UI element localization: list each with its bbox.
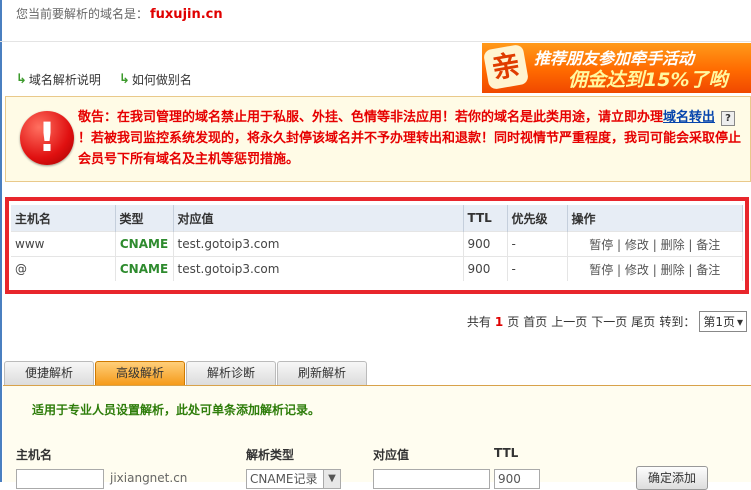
cell-host: www — [11, 231, 116, 257]
tab-refresh[interactable]: 刷新解析 — [277, 361, 367, 385]
divider — [0, 41, 751, 42]
separator: | — [648, 237, 661, 252]
col-priority: 优先级 — [507, 205, 568, 232]
table-row: www CNAME test.gotoip3.com 900 - 暂停 | 修改… — [11, 231, 743, 257]
separator: | — [684, 237, 697, 252]
last-page-link[interactable]: 尾页 — [631, 313, 655, 330]
warning-text: 敬告：在我司管理的域名禁止用于私服、外挂、色情等非法应用！若你的域名是此类用途，… — [78, 107, 750, 170]
delete-link[interactable]: 删除 — [661, 238, 685, 252]
promo-banner[interactable]: 亲 推荐朋友参加牵手活动 佣金达到15%了哟 — [482, 43, 751, 93]
cell-ttl: 900 — [463, 231, 508, 257]
alias-help-link[interactable]: ↳ 如何做别名 — [119, 71, 192, 88]
col-value: 对应值 — [173, 205, 464, 232]
table-header-row: 主机名 类型 对应值 TTL 优先级 操作 — [11, 205, 743, 232]
edit-link[interactable]: 修改 — [625, 238, 649, 252]
table-row: @ CNAME test.gotoip3.com 900 - 暂停 | 修改 |… — [11, 256, 743, 281]
cell-value: test.gotoip3.com — [173, 231, 464, 257]
domain-transfer-link[interactable]: 域名转出 — [663, 110, 715, 125]
note-link[interactable]: 备注 — [696, 238, 720, 252]
warning-part2: ！若被我司监控系统发现的，将永久封停该域名并不予办理转出和退款！同时视情节严重程… — [78, 131, 742, 167]
chevron-down-icon: ▾ — [736, 314, 743, 329]
pagination: 共有 1 页 首页 上一页 下一页 尾页 转到： 第1页 ▾ — [467, 311, 747, 332]
note-link[interactable]: 备注 — [696, 263, 720, 277]
goto-label: 转到： — [659, 315, 696, 329]
value-label: 对应值 — [373, 448, 410, 462]
type-label: 解析类型 — [246, 448, 295, 462]
cell-actions: 暂停 | 修改 | 删除 | 备注 — [567, 231, 743, 257]
separator: | — [613, 237, 625, 252]
page-select-value: 第1页 — [703, 315, 735, 329]
help-question-icon[interactable]: ? — [721, 111, 736, 126]
chevron-down-icon: ▼ — [323, 470, 340, 488]
prev-page-link[interactable]: 上一页 — [551, 313, 587, 330]
edit-link[interactable]: 修改 — [625, 263, 649, 277]
ttl-label: TTL — [494, 446, 519, 460]
record-type-select[interactable]: CNAME记录 ▼ — [246, 469, 341, 489]
cell-host: @ — [11, 256, 116, 281]
ttl-input[interactable]: 900 — [494, 469, 540, 489]
cell-priority: - — [507, 231, 568, 257]
host-label: 主机名 — [16, 448, 53, 462]
exclamation-icon: ! — [20, 111, 74, 165]
delete-link[interactable]: 删除 — [661, 263, 685, 277]
cell-priority: - — [507, 256, 568, 281]
green-arrow-icon: ↳ — [16, 72, 27, 87]
cell-ttl: 900 — [463, 256, 508, 281]
cell-actions: 暂停 | 修改 | 删除 | 备注 — [567, 256, 743, 281]
warning-part1: 敬告：在我司管理的域名禁止用于私服、外挂、色情等非法应用！若你的域名是此类用途，… — [78, 110, 664, 125]
host-input[interactable] — [16, 469, 104, 489]
warning-box: ! 敬告：在我司管理的域名禁止用于私服、外挂、色情等非法应用！若你的域名是此类用… — [5, 96, 751, 182]
value-input[interactable] — [373, 469, 490, 489]
alias-help-label: 如何做别名 — [131, 73, 192, 87]
resolve-tabs: 便捷解析 高级解析 解析诊断 刷新解析 — [3, 361, 751, 386]
banner-line2: 佣金达到15%了哟 — [568, 69, 728, 91]
separator: | — [613, 262, 625, 277]
pause-link[interactable]: 暂停 — [589, 263, 613, 277]
page-select[interactable]: 第1页 ▾ — [699, 311, 747, 332]
green-arrow-icon: ↳ — [119, 72, 130, 87]
tab-advanced[interactable]: 高级解析 — [95, 361, 185, 385]
pager-total-prefix: 共有 — [466, 315, 491, 329]
next-page-link[interactable]: 下一页 — [591, 313, 627, 330]
current-domain: fuxujin.cn — [150, 7, 223, 22]
record-type-value: CNAME记录 — [250, 472, 318, 486]
col-ttl: TTL — [463, 205, 508, 232]
cell-value: test.gotoip3.com — [173, 256, 464, 281]
separator: | — [684, 262, 697, 277]
domain-prefix: 您当前要解析的域名是： — [16, 7, 149, 21]
tab-quick[interactable]: 便捷解析 — [4, 361, 94, 385]
dns-help-label: 域名解析说明 — [28, 73, 101, 87]
dns-records-panel: 主机名 类型 对应值 TTL 优先级 操作 www CNAME test.got… — [5, 197, 749, 294]
tab-diagnose[interactable]: 解析诊断 — [186, 361, 276, 385]
col-actions: 操作 — [567, 205, 743, 232]
banner-badge: 亲 — [482, 43, 530, 91]
confirm-add-button[interactable]: 确定添加 — [636, 466, 708, 490]
page-left-edge — [0, 0, 2, 482]
advanced-tip: 适用于专业人员设置解析，此处可单条添加解析记录。 — [32, 403, 321, 417]
current-domain-line: 您当前要解析的域名是： fuxujin.cn — [16, 5, 223, 22]
host-suffix: jixiangnet.cn — [110, 471, 188, 485]
first-page-link[interactable]: 首页 — [523, 313, 547, 330]
pager-total: 1 — [494, 314, 504, 329]
separator: | — [648, 262, 661, 277]
dns-help-link[interactable]: ↳ 域名解析说明 — [16, 71, 101, 88]
col-host: 主机名 — [11, 205, 116, 232]
dns-records-table: 主机名 类型 对应值 TTL 优先级 操作 www CNAME test.got… — [11, 205, 743, 281]
cell-type: CNAME — [115, 256, 174, 281]
pause-link[interactable]: 暂停 — [589, 238, 613, 252]
pager-total-suffix: 页 — [507, 315, 520, 329]
col-type: 类型 — [115, 205, 174, 232]
cell-type: CNAME — [115, 231, 174, 257]
